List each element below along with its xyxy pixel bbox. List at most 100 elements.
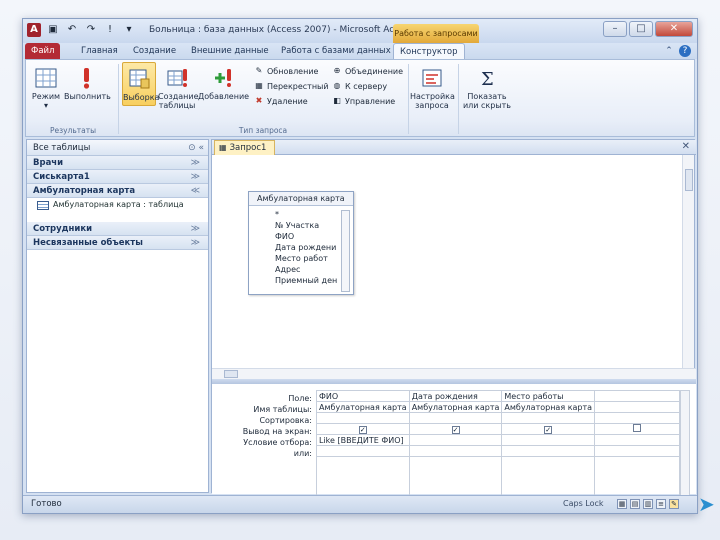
- tab-create[interactable]: Создание: [127, 43, 182, 59]
- status-bar: Готово Caps Lock ▦ ▤ ▥ ≡ ✎: [23, 495, 697, 513]
- tab-file[interactable]: Файл: [25, 43, 61, 59]
- tab-design[interactable]: Конструктор: [393, 43, 465, 59]
- field-list-title[interactable]: Амбулаторная карта: [249, 192, 353, 206]
- show-hide-label: Показать или скрыть: [462, 92, 512, 110]
- grid-cell-show: ✓: [316, 423, 410, 435]
- tab-home[interactable]: Главная: [75, 43, 124, 59]
- sql-view-icon[interactable]: ≡: [656, 499, 666, 509]
- grid-cell-criteria[interactable]: [594, 434, 680, 446]
- tab-external-data[interactable]: Внешние данные: [185, 43, 275, 59]
- nav-item-outpatient-table[interactable]: Амбулаторная карта : таблица: [27, 198, 208, 212]
- show-checkbox[interactable]: ✓: [358, 425, 367, 434]
- pivot-chart-view-icon[interactable]: ▥: [643, 499, 653, 509]
- field-item[interactable]: Адрес: [275, 264, 339, 275]
- show-hide-button[interactable]: Σ Показать или скрыть: [462, 66, 512, 110]
- nav-group-siskarta[interactable]: Сиськарта1 ≫: [27, 170, 208, 184]
- grid-cell-or[interactable]: [501, 445, 596, 457]
- table-pane-hscroll[interactable]: [212, 368, 696, 379]
- maximize-icon[interactable]: □: [629, 21, 653, 37]
- minimize-icon[interactable]: –: [603, 21, 627, 37]
- grid-cell-criteria[interactable]: [501, 434, 596, 446]
- grid-cell-table[interactable]: [594, 401, 680, 413]
- grid-cell-table[interactable]: Амбулаторная карта: [408, 401, 503, 413]
- show-checkbox[interactable]: [633, 424, 642, 432]
- group-separator: [408, 64, 409, 134]
- show-checkbox[interactable]: ✓: [544, 425, 553, 434]
- grid-cell-table[interactable]: Амбулаторная карта: [501, 401, 596, 413]
- grid-cell-empty[interactable]: [316, 456, 410, 497]
- update-button[interactable]: ✎ Обновление: [254, 66, 319, 76]
- table-pane[interactable]: Амбулаторная карта * № Участка ФИО Дата …: [212, 155, 684, 368]
- grid-cell-sort[interactable]: [594, 412, 680, 424]
- grid-cell-empty[interactable]: [501, 456, 596, 497]
- run-button[interactable]: Выполнить: [64, 66, 111, 101]
- pass-through-button[interactable]: ◍ К серверу: [332, 81, 388, 91]
- table-field-list[interactable]: Амбулаторная карта * № Участка ФИО Дата …: [248, 191, 354, 295]
- nav-group-employees[interactable]: Сотрудники ≫: [27, 222, 208, 236]
- save-icon[interactable]: ▣: [46, 23, 60, 37]
- scroll-thumb[interactable]: [224, 370, 238, 378]
- grid-cell-field[interactable]: ФИО: [316, 390, 410, 402]
- field-item[interactable]: ФИО: [275, 231, 339, 242]
- grid-cell-sort[interactable]: [316, 412, 410, 424]
- nav-group-unrelated[interactable]: Несвязанные объекты ≫: [27, 236, 208, 250]
- grid-cell-field[interactable]: Место работы: [501, 390, 596, 402]
- tab-database-tools[interactable]: Работа с базами данных: [275, 43, 397, 59]
- crosstab-button[interactable]: ▦ Перекрестный: [254, 81, 328, 91]
- nav-pane-controls[interactable]: ⊙ «: [188, 140, 204, 156]
- grid-cell-or[interactable]: [408, 445, 503, 457]
- design-view-icon[interactable]: ✎: [669, 499, 679, 509]
- chevron-down-icon: ≫: [190, 224, 200, 234]
- datasheet-view-icon[interactable]: ▦: [617, 499, 627, 509]
- grid-cell-criteria[interactable]: Like [ВВЕДИТЕ ФИО]: [316, 434, 410, 446]
- query-setup-button[interactable]: Настройка запроса: [410, 66, 455, 110]
- grid-cell-or[interactable]: [316, 445, 410, 457]
- grid-cell-field[interactable]: Дата рождения: [408, 390, 503, 402]
- close-icon[interactable]: ✕: [655, 21, 693, 37]
- nav-group-outpatient-card[interactable]: Амбулаторная карта ≪: [27, 184, 208, 198]
- grid-cell-sort[interactable]: [408, 412, 503, 424]
- undo-icon[interactable]: ↶: [65, 23, 79, 37]
- group-separator: [118, 64, 119, 134]
- access-app-icon[interactable]: A: [27, 23, 41, 37]
- delete-button[interactable]: ✖ Удаление: [254, 96, 308, 106]
- field-item[interactable]: *: [275, 209, 339, 220]
- customize-icon[interactable]: ▾: [122, 23, 136, 37]
- run-icon[interactable]: !: [103, 23, 117, 37]
- make-table-button[interactable]: Создание таблицы: [158, 66, 199, 110]
- append-button[interactable]: Добавление: [198, 66, 249, 101]
- grid-cell-empty[interactable]: [594, 456, 680, 497]
- field-item[interactable]: Место работ: [275, 253, 339, 264]
- close-document-icon[interactable]: ✕: [682, 141, 690, 152]
- row-label-criteria: Условие отбора:: [243, 438, 312, 447]
- data-definition-button[interactable]: ◧ Управление: [332, 96, 395, 106]
- pencil-icon: ✎: [255, 66, 263, 75]
- nav-pane-header[interactable]: Все таблицы ⊙ «: [27, 140, 208, 156]
- grid-cell-criteria[interactable]: [408, 434, 503, 446]
- help-icon[interactable]: ?: [679, 45, 691, 57]
- view-button[interactable]: Режим ▾: [30, 66, 62, 110]
- show-checkbox[interactable]: ✓: [451, 425, 460, 434]
- redo-icon[interactable]: ↷: [84, 23, 98, 37]
- tab-query1[interactable]: ▦ Запрос1: [214, 140, 276, 155]
- field-list-scrollbar[interactable]: [341, 210, 350, 292]
- table-pane-vscroll[interactable]: [682, 155, 694, 368]
- field-item[interactable]: Дата рождени: [275, 242, 339, 253]
- union-button[interactable]: ⊕ Объединение: [332, 66, 403, 76]
- scroll-thumb[interactable]: [685, 169, 693, 191]
- pivot-table-view-icon[interactable]: ▤: [630, 499, 640, 509]
- pass-through-label: К серверу: [345, 81, 388, 91]
- field-item[interactable]: Приемный ден: [275, 275, 339, 286]
- select-query-button[interactable]: Выборка: [122, 62, 159, 106]
- chevron-up-icon: ≪: [190, 186, 200, 196]
- grid-vscroll[interactable]: [680, 390, 690, 500]
- group-results-label: Результаты: [49, 126, 97, 135]
- chevron-up-icon[interactable]: ⌃: [663, 45, 675, 57]
- grid-cell-sort[interactable]: [501, 412, 596, 424]
- nav-group-doctors[interactable]: Врачи ≫: [27, 156, 208, 170]
- grid-cell-empty[interactable]: [408, 456, 503, 497]
- grid-cell-table[interactable]: Амбулаторная карта: [316, 401, 410, 413]
- field-item[interactable]: № Участка: [275, 220, 339, 231]
- grid-cell-field[interactable]: [594, 390, 680, 402]
- grid-cell-or[interactable]: [594, 445, 680, 457]
